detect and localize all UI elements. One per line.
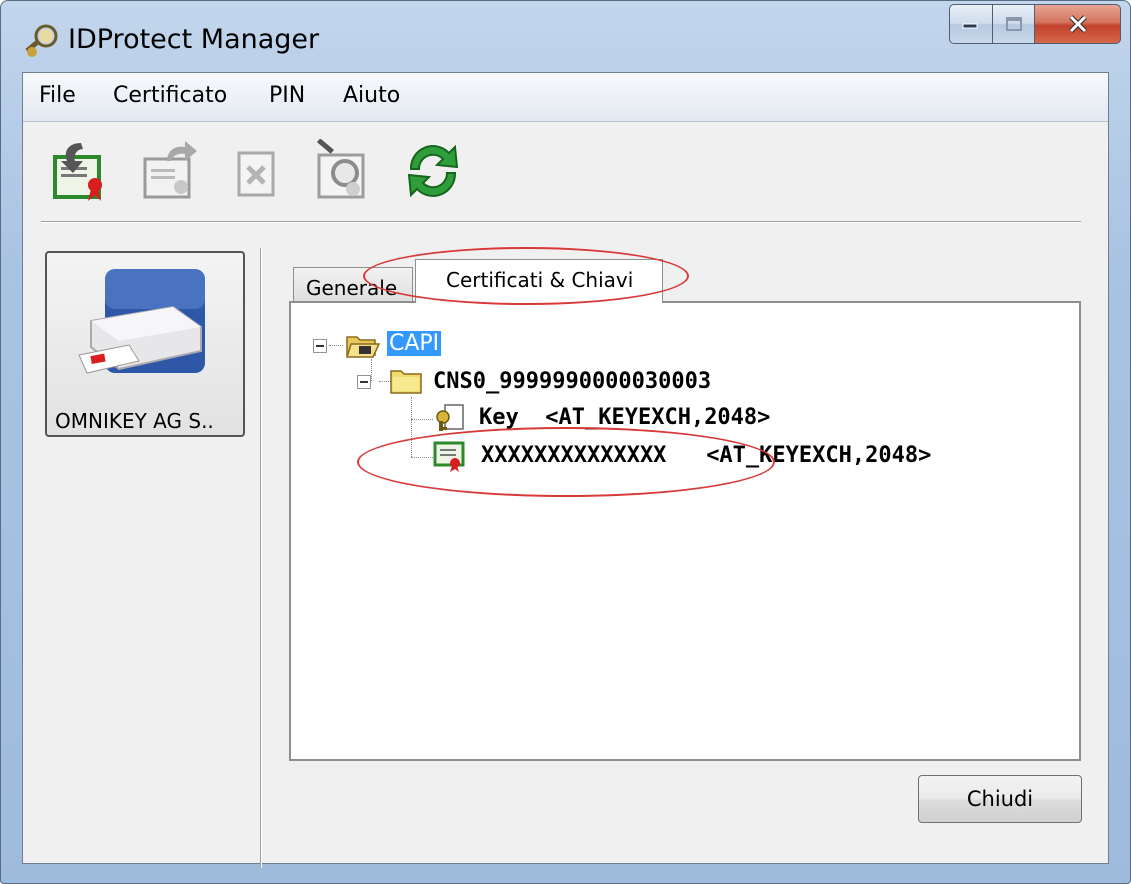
maximize-icon bbox=[1005, 17, 1022, 31]
tab-generale[interactable]: Generale bbox=[293, 267, 413, 305]
app-icon bbox=[25, 24, 58, 57]
device-label: OMNIKEY AG S.. bbox=[55, 409, 214, 433]
device-button[interactable]: OMNIKEY AG S.. bbox=[45, 251, 245, 437]
minimize-button[interactable] bbox=[949, 4, 993, 44]
collapse-toggle-capi[interactable] bbox=[313, 339, 327, 353]
tree-panel: CAPI CNS0_9999990000030003 Key <AT_KEYEX… bbox=[289, 301, 1081, 761]
certificate-name: XXXXXXXXXXXXXX bbox=[481, 443, 667, 468]
close-window-button[interactable] bbox=[1035, 4, 1121, 44]
menu-pin[interactable]: PIN bbox=[269, 83, 305, 108]
caption-buttons bbox=[949, 4, 1121, 48]
window-title: IDProtect Manager bbox=[68, 24, 320, 55]
export-certificate-icon[interactable] bbox=[141, 139, 205, 203]
vertical-separator bbox=[260, 248, 262, 868]
tab-certificati-chiavi[interactable]: Certificati & Chiavi bbox=[415, 259, 663, 303]
certificate-icon bbox=[433, 441, 465, 472]
folder-icon bbox=[390, 370, 422, 394]
key-icon bbox=[436, 404, 464, 431]
key-name: Key bbox=[479, 405, 519, 430]
refresh-icon[interactable] bbox=[401, 139, 465, 203]
tree-node-certificate[interactable]: XXXXXXXXXXXXXX <AT_KEYEXCH,2048> bbox=[481, 443, 931, 468]
tree-node-container[interactable]: CNS0_9999990000030003 bbox=[433, 369, 711, 394]
title-bar[interactable]: IDProtect Manager bbox=[0, 0, 1131, 72]
tree-connector bbox=[371, 359, 372, 381]
tree-connector bbox=[329, 345, 343, 346]
certificate-detail: <AT_KEYEXCH,2048> bbox=[706, 443, 932, 468]
menu-file[interactable]: File bbox=[39, 83, 76, 108]
menu-aiuto[interactable]: Aiuto bbox=[343, 83, 400, 108]
minimize-icon bbox=[962, 23, 978, 29]
menu-certificato[interactable]: Certificato bbox=[113, 83, 227, 108]
tree-node-capi[interactable]: CAPI bbox=[387, 331, 442, 356]
close-icon bbox=[1068, 15, 1087, 33]
tree-connector bbox=[411, 397, 412, 457]
client-area: File Certificato PIN Aiuto OMNIKEY AG S.… bbox=[22, 72, 1109, 868]
toolbar-separator bbox=[41, 221, 1081, 223]
folder-open-icon bbox=[345, 336, 381, 358]
collapse-toggle-container[interactable] bbox=[357, 375, 371, 389]
view-certificate-icon[interactable] bbox=[313, 139, 377, 203]
tree-node-capi-label: CAPI bbox=[387, 331, 442, 356]
import-certificate-icon[interactable] bbox=[51, 139, 115, 203]
tree-node-key[interactable]: Key <AT_KEYEXCH,2048> bbox=[479, 405, 770, 430]
card-reader-icon bbox=[78, 269, 205, 374]
chiudi-button[interactable]: Chiudi bbox=[918, 775, 1082, 823]
tree-connector bbox=[411, 419, 433, 420]
toolbar bbox=[23, 123, 1108, 223]
menu-bar: File Certificato PIN Aiuto bbox=[23, 73, 1108, 122]
maximize-button[interactable] bbox=[993, 4, 1035, 44]
key-detail: <AT_KEYEXCH,2048> bbox=[545, 405, 771, 430]
app-window: IDProtect Manager File Certificato PIN A… bbox=[0, 0, 1131, 884]
delete-certificate-icon[interactable] bbox=[233, 139, 297, 203]
tree-connector bbox=[411, 457, 433, 458]
